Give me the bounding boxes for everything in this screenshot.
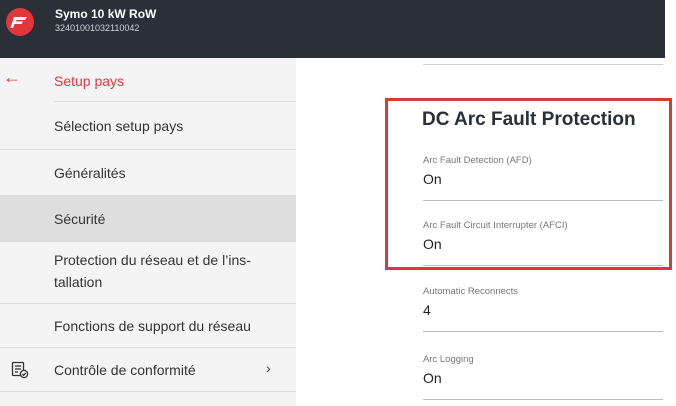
sidebar-item-label: Sélection setup pays (54, 118, 184, 134)
sidebar-item-label: Protection du réseau et de l’ins-tallati… (54, 252, 251, 290)
field-label: Automatic Reconnects (423, 286, 519, 297)
fronius-logo-icon (6, 8, 34, 36)
sidebar-item-label: Sécurité (54, 211, 106, 227)
field-underline (423, 64, 663, 65)
sidebar-item-label: Contrôle de conformité (54, 362, 196, 378)
sidebar-item-controle-conformite[interactable]: Contrôle de conformité › (0, 348, 296, 392)
sidebar-item-securite[interactable]: Sécurité (0, 196, 296, 242)
sidebar-item-label: Fonctions de support du réseau (54, 318, 251, 334)
field-value[interactable]: 4 (423, 302, 431, 318)
device-serial: 32401001032110042 (55, 23, 140, 33)
arc-logging-field[interactable]: Arc Logging On (423, 354, 663, 400)
sidebar-item-selection-setup-pays[interactable]: Sélection setup pays (0, 102, 296, 150)
sidebar-item-protection-reseau[interactable]: Protection du réseau et de l’ins-tallati… (0, 242, 296, 304)
sidebar: ← Setup pays Sélection setup pays Généra… (0, 58, 296, 406)
field-label: Arc Logging (423, 354, 474, 365)
field-value[interactable]: On (423, 370, 442, 386)
device-name: Symo 10 kW RoW (55, 7, 157, 21)
field-underline (423, 331, 663, 332)
checklist-icon (11, 361, 29, 384)
chevron-right-icon[interactable]: › (266, 360, 271, 376)
arrow-left-icon[interactable]: ← (3, 68, 21, 86)
sidebar-item-generalites[interactable]: Généralités (0, 150, 296, 196)
automatic-reconnects-field[interactable]: Automatic Reconnects 4 (423, 286, 663, 332)
sidebar-item-fonctions-support[interactable]: Fonctions de support du réseau (0, 304, 296, 348)
main-content: DC Arc Fault Protection Arc Fault Detect… (296, 58, 676, 406)
field-underline (423, 399, 663, 400)
sidebar-item-label: Généralités (54, 165, 126, 181)
app-header: Symo 10 kW RoW 32401001032110042 (0, 0, 665, 58)
back-button[interactable]: ← Setup pays (0, 58, 296, 102)
back-label[interactable]: Setup pays (54, 73, 124, 89)
highlight-box (385, 98, 672, 270)
